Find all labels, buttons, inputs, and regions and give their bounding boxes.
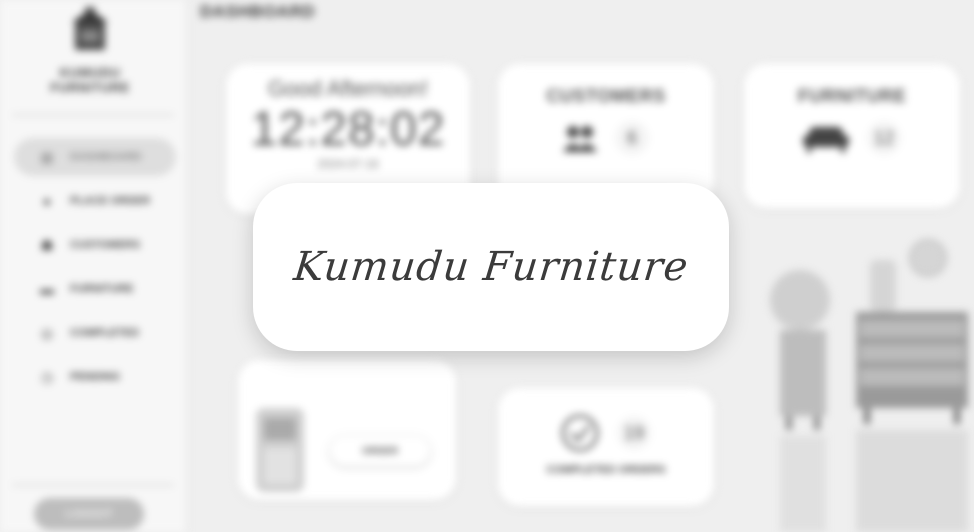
sidebar-nav: ▦ DASHBOARD ● PLACE ORDER ☗ CUSTOMERS ▬ … [14,138,176,402]
brand-name: KUMUDU FURNITURE [50,65,130,95]
logout-button[interactable]: LOGOUT [34,498,144,530]
customers-stat: 6 [498,121,714,155]
sidebar-item-customers[interactable]: ☗ CUSTOMERS [14,226,176,264]
order-illustration-icon [256,408,304,492]
customers-count: 6 [615,121,649,155]
sidebar-item-label: PENDING [70,371,121,383]
clock-icon: ◷ [40,368,54,385]
sidebar-divider [12,114,174,116]
sidebar-item-completed[interactable]: ◎ COMPLETED [14,314,176,352]
sidebar-divider [12,484,174,486]
sidebar-item-furniture[interactable]: ▬ FURNITURE [14,270,176,308]
furniture-stat: 12 [744,121,960,155]
completed-stat: 19 [498,414,714,452]
completed-label: COMPLETED ORDERS [546,464,666,476]
clock-date: 2024-07-16 [317,157,379,171]
greeting-text: Good Afternoon! [267,76,429,101]
sidebar-item-label: COMPLETED [70,327,140,339]
sidebar-item-label: CUSTOMERS [70,239,141,251]
furniture-illustration-icon [770,239,968,532]
sidebar-item-pending[interactable]: ◷ PENDING [14,358,176,396]
completed-check-icon [561,414,599,452]
completed-card[interactable]: 19 COMPLETED ORDERS [498,388,714,506]
sofa-icon: ▬ [40,281,54,297]
order-card: ORDER [238,360,456,500]
furniture-title: FURNITURE [797,86,907,106]
dashboard-icon: ▦ [40,148,54,165]
sofa-icon [803,127,849,153]
sidebar-item-dashboard[interactable]: ▦ DASHBOARD [14,138,176,176]
store-logo-icon [72,7,108,50]
sidebar-item-place-order[interactable]: ● PLACE ORDER [14,182,176,220]
check-icon: ◎ [40,324,54,341]
brand-logo: KUMUDU FURNITURE [48,6,132,95]
sidebar-item-label: PLACE ORDER [70,195,151,207]
customers-title: CUSTOMERS [546,86,666,106]
completed-count: 19 [617,416,651,450]
sidebar-item-label: FURNITURE [70,283,134,295]
cart-icon: ● [42,193,52,209]
order-button[interactable]: ORDER [330,436,430,466]
user-icon: ☗ [40,236,54,253]
sidebar-item-label: DASHBOARD [70,151,142,163]
splash-title: Kumudu Furniture [291,244,691,290]
furniture-card[interactable]: FURNITURE 12 [744,64,960,208]
furniture-count: 12 [867,121,901,155]
page-title: DASHBOARD [200,2,315,21]
clock-time: 12:28:02 [250,103,446,156]
sidebar: KUMUDU FURNITURE ▦ DASHBOARD ● PLACE ORD… [0,0,187,532]
users-icon [563,126,597,152]
splash-dialog: Kumudu Furniture [253,183,729,351]
